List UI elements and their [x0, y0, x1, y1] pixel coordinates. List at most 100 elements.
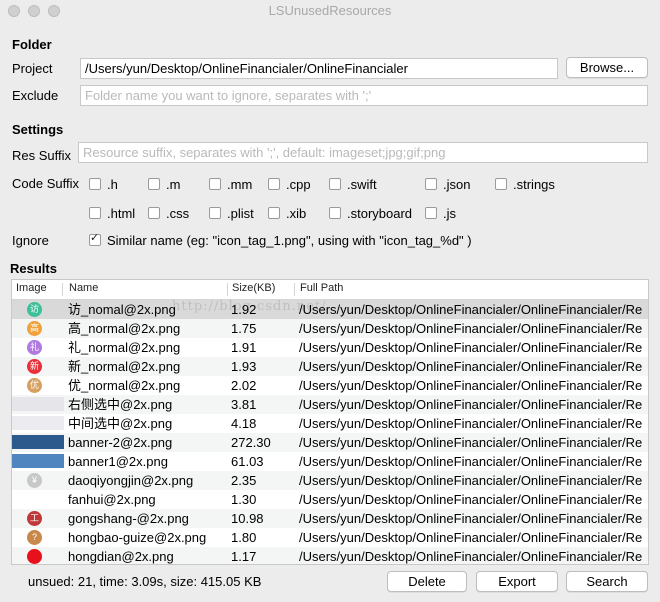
- project-path-field[interactable]: /Users/yun/Desktop/OnlineFinancialer/Onl…: [80, 58, 558, 79]
- size-cell: 2.02: [231, 378, 257, 393]
- li-icon: 礼: [27, 340, 42, 355]
- checkbox-box: [89, 207, 101, 219]
- checkbox-box: [425, 178, 437, 190]
- table-row[interactable]: ? hongbao-guize@2x.png 1.80/Users/yun/Desk…: [12, 528, 648, 547]
- suffix-checkbox-plist[interactable]: .plist: [209, 205, 254, 221]
- suffix-checkbox-cpp[interactable]: .cpp: [268, 176, 311, 192]
- size-cell: 1.30: [231, 492, 257, 507]
- file-name-cell: 高_normal@2x.png: [68, 321, 181, 336]
- suffix-label: .json: [443, 176, 471, 192]
- size-cell: 3.81: [231, 397, 257, 412]
- full-path-cell: /Users/yun/Desktop/OnlineFinancialer/Onl…: [299, 492, 643, 507]
- browse-button[interactable]: Browse...: [566, 57, 648, 78]
- export-button[interactable]: Export: [476, 571, 558, 592]
- column-header-image[interactable]: Image: [16, 282, 47, 294]
- yen-icon: ¥: [27, 473, 42, 488]
- file-name-cell: 礼_normal@2x.png: [68, 340, 181, 355]
- checkbox-box: [148, 178, 160, 190]
- suffix-checkbox-html[interactable]: .html: [89, 205, 135, 221]
- full-path-cell: /Users/yun/Desktop/OnlineFinancialer/Onl…: [299, 530, 643, 545]
- checkbox-box: [268, 207, 280, 219]
- code-suffix-label: Code Suffix: [12, 176, 79, 191]
- table-row[interactable]: 右侧选中@2x.png 3.81/Users/yun/Desktop/Online…: [12, 395, 648, 414]
- suffix-checkbox-css[interactable]: .css: [148, 205, 189, 221]
- delete-button[interactable]: Delete: [387, 571, 467, 592]
- checkbox-box: [495, 178, 507, 190]
- checkbox-box: [329, 207, 341, 219]
- suffix-checkbox-swift[interactable]: .swift: [329, 176, 377, 192]
- exclude-input[interactable]: Folder name you want to ignore, separate…: [80, 85, 648, 106]
- title-bar: LSUnusedResources: [0, 0, 660, 22]
- window-title: LSUnusedResources: [268, 3, 392, 18]
- file-name-cell: hongdian@2x.png: [68, 549, 174, 564]
- table-row[interactable]: 工 gongshang-@2x.png 10.98/Users/yun/Deskto…: [12, 509, 648, 528]
- suffix-checkbox-storyboard[interactable]: .storyboard: [329, 205, 412, 221]
- suffix-label: .cpp: [286, 176, 311, 192]
- project-label: Project: [12, 61, 53, 76]
- search-button[interactable]: Search: [566, 571, 648, 592]
- file-name-cell: 优_normal@2x.png: [68, 378, 181, 393]
- file-name-cell: 新_normal@2x.png: [68, 359, 181, 374]
- size-cell: 1.91: [231, 340, 257, 355]
- suffix-checkbox-h[interactable]: .h: [89, 176, 118, 192]
- full-path-cell: /Users/yun/Desktop/OnlineFinancialer/Onl…: [299, 416, 643, 431]
- table-row[interactable]: 优 优_normal@2x.png 2.02/Users/yun/Desktop/O…: [12, 376, 648, 395]
- full-path-cell: /Users/yun/Desktop/OnlineFinancialer/Onl…: [299, 340, 643, 355]
- table-row[interactable]: fanhui@2x.png 1.30/Users/yun/Desktop/Onli…: [12, 490, 648, 509]
- column-divider: [227, 283, 228, 296]
- suffix-label: .xib: [286, 205, 307, 221]
- suffix-label: .strings: [513, 176, 555, 192]
- suffix-checkbox-json[interactable]: .json: [425, 176, 470, 192]
- size-cell: 1.92: [231, 302, 257, 317]
- gongshang-icon: 工: [27, 511, 42, 526]
- res-suffix-input[interactable]: Resource suffix, separates with ';', def…: [78, 142, 648, 163]
- column-divider: [62, 283, 63, 296]
- table-row[interactable]: 中间选中@2x.png 4.18/Users/yun/Desktop/Online…: [12, 414, 648, 433]
- res-suffix-label: Res Suffix: [12, 148, 72, 163]
- xin-icon: 新: [27, 359, 42, 374]
- banner-thumbnail-icon: [12, 435, 64, 449]
- question-icon: ?: [27, 530, 42, 545]
- full-path-cell: /Users/yun/Desktop/OnlineFinancialer/Onl…: [299, 511, 643, 526]
- suffix-label: .css: [166, 205, 190, 221]
- banner-thumbnail-icon: [12, 454, 64, 468]
- file-name-cell: daoqiyongjin@2x.png: [68, 473, 194, 488]
- table-row[interactable]: ¥ daoqiyongjin@2x.png 2.35/Users/yun/Deskt…: [12, 471, 648, 490]
- full-path-cell: /Users/yun/Desktop/OnlineFinancialer/Onl…: [299, 435, 643, 450]
- size-cell: 1.17: [231, 549, 257, 564]
- column-header-full-path[interactable]: Full Path: [300, 282, 343, 294]
- table-row[interactable]: 高 高_normal@2x.png 1.75/Users/yun/Desktop/O…: [12, 319, 648, 338]
- suffix-checkbox-m[interactable]: .m: [148, 176, 180, 192]
- checkbox-box: [329, 178, 341, 190]
- suffix-label: .h: [107, 176, 118, 192]
- column-header-size[interactable]: Size(KB): [232, 282, 275, 294]
- ignore-label: Ignore: [12, 233, 49, 248]
- table-row[interactable]: 礼 礼_normal@2x.png 1.91/Users/yun/Desktop/O…: [12, 338, 648, 357]
- suffix-checkbox-strings[interactable]: .strings: [495, 176, 555, 192]
- suffix-checkbox-js[interactable]: .js: [425, 205, 456, 221]
- results-table: Image Name Size(KB) Full Path 访 访_nomal@2…: [11, 279, 649, 565]
- size-cell: 1.75: [231, 321, 257, 336]
- file-name-cell: hongbao-guize@2x.png: [68, 530, 207, 545]
- table-row[interactable]: banner1@2x.png 61.03/Users/yun/Desktop/On…: [12, 452, 648, 471]
- table-row[interactable]: banner-2@2x.png 272.30/Users/yun/Desktop/…: [12, 433, 648, 452]
- suffix-label: .js: [443, 205, 456, 221]
- size-cell: 10.98: [231, 511, 264, 526]
- ignore-similar-name-checkbox[interactable]: ✓ Similar name (eg: "icon_tag_1.png", us…: [89, 232, 472, 248]
- status-summary: unsued: 21, time: 3.09s, size: 415.05 KB: [28, 574, 262, 589]
- table-row[interactable]: 新 新_normal@2x.png 1.93/Users/yun/Desktop/O…: [12, 357, 648, 376]
- suffix-checkbox-xib[interactable]: .xib: [268, 205, 306, 221]
- table-header: Image Name Size(KB) Full Path: [12, 280, 648, 300]
- file-name-cell: banner1@2x.png: [68, 454, 168, 469]
- checkbox-box: [89, 178, 101, 190]
- table-row[interactable]: hongdian@2x.png 1.17/Users/yun/Desktop/On…: [12, 547, 648, 564]
- table-row[interactable]: 访 访_nomal@2x.png 1.92/Users/yun/Desktop/On…: [12, 300, 648, 319]
- folder-heading: Folder: [12, 37, 52, 52]
- file-name-cell: banner-2@2x.png: [68, 435, 173, 450]
- suffix-label: .html: [107, 205, 136, 221]
- checkbox-box: [268, 178, 280, 190]
- column-header-name[interactable]: Name: [69, 282, 98, 294]
- size-cell: 1.80: [231, 530, 257, 545]
- suffix-checkbox-mm[interactable]: .mm: [209, 176, 252, 192]
- right-selected-image-icon: [12, 397, 64, 411]
